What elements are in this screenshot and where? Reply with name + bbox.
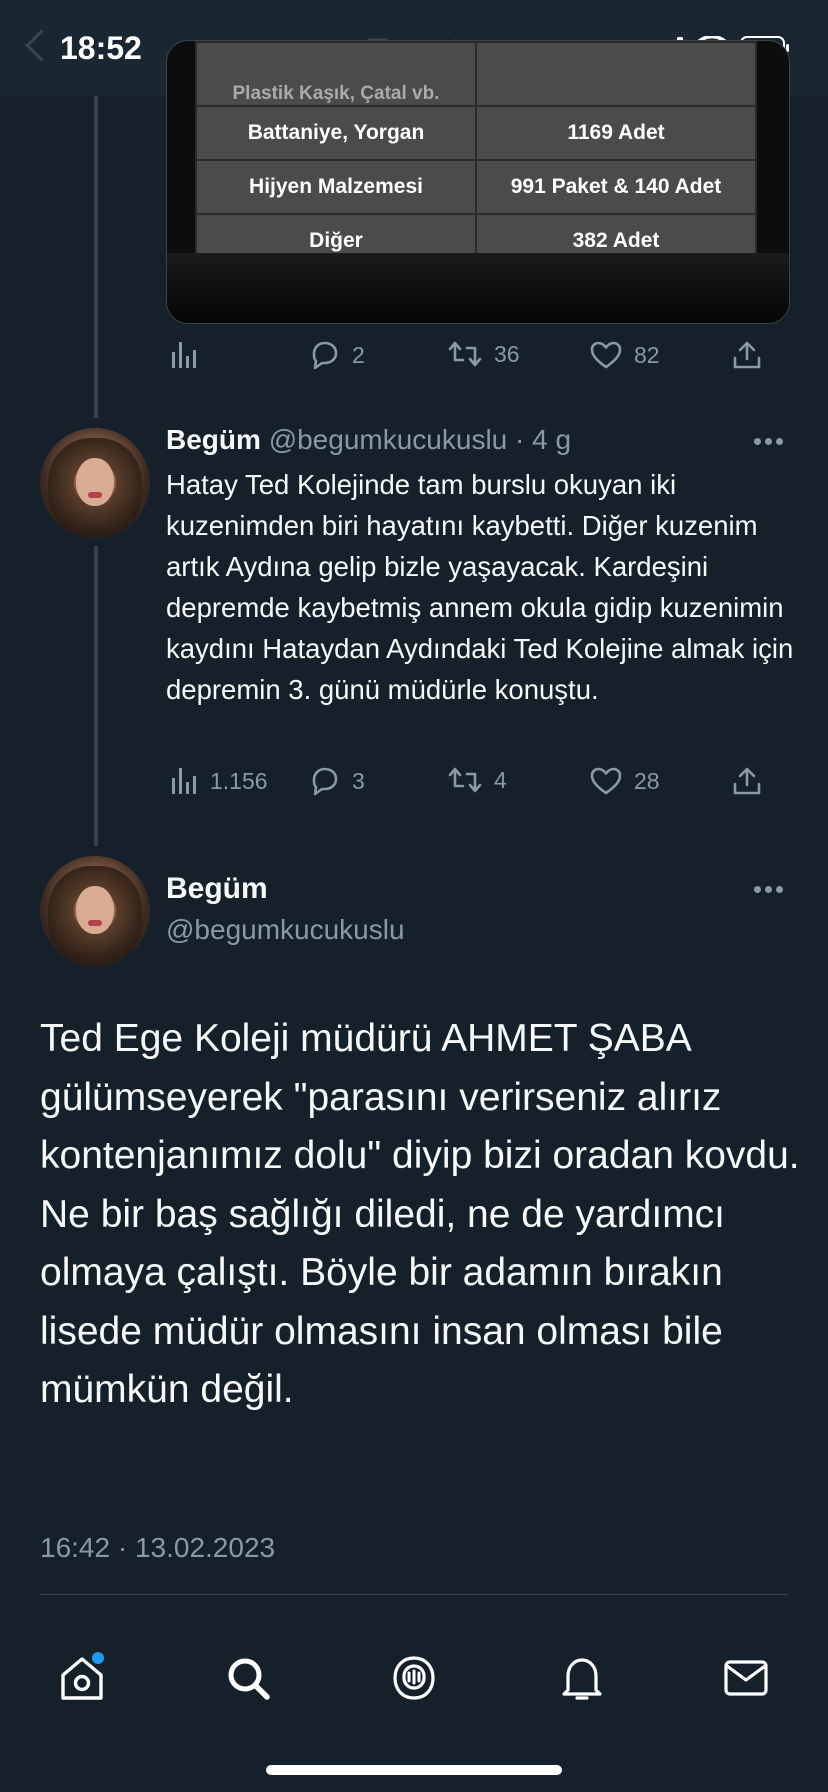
tweet-actions: 1.156 3 4 28 — [166, 766, 766, 806]
views-count: 1.156 — [210, 767, 268, 794]
tweet-media-image[interactable]: Plastik Kaşık, Çatal vb. Battaniye, Yorg… — [166, 40, 790, 324]
tab-messages[interactable] — [716, 1648, 776, 1708]
reply-icon — [312, 767, 338, 796]
thread-line-top — [94, 96, 98, 418]
media-cell: Plastik Kaşık, Çatal vb. — [195, 41, 477, 107]
like-count: 82 — [634, 341, 660, 368]
notifications-icon — [562, 1658, 602, 1700]
share-button[interactable] — [732, 340, 762, 370]
views-button[interactable] — [170, 340, 210, 370]
tweet-actions: 2 36 82 — [166, 340, 766, 380]
tab-search[interactable] — [218, 1648, 278, 1708]
notification-dot — [92, 1652, 104, 1664]
status-time: 18:52 — [60, 30, 142, 66]
share-icon — [733, 341, 761, 369]
tab-spaces[interactable] — [384, 1648, 444, 1708]
retweet-count: 36 — [494, 340, 520, 367]
avatar[interactable] — [40, 856, 150, 966]
messages-icon — [724, 1660, 768, 1696]
tweet-timestamp: 16:42 · 13.02.2023 — [40, 1532, 276, 1563]
media-table-row: Hijyen Malzemesi 991 Paket & 140 Adet — [195, 159, 757, 215]
media-cell: Battaniye, Yorgan — [195, 105, 477, 161]
more-options-icon[interactable] — [754, 886, 784, 894]
more-options-icon[interactable] — [754, 438, 784, 446]
reply-button[interactable]: 3 — [308, 766, 365, 796]
share-icon — [733, 767, 761, 795]
like-button[interactable]: 82 — [590, 340, 660, 370]
media-cell: Hijyen Malzemesi — [195, 159, 477, 215]
media-table-row: Plastik Kaşık, Çatal vb. — [195, 41, 757, 107]
author-handle[interactable]: @begumkucukuslu — [166, 914, 405, 946]
media-cell: 991 Paket & 140 Adet — [475, 159, 757, 215]
views-icon — [172, 768, 196, 794]
reply-count: 3 — [352, 767, 365, 794]
author-handle[interactable]: @begumkucukuslu — [269, 424, 508, 455]
like-button[interactable]: 28 — [590, 766, 660, 796]
tab-notifications[interactable] — [552, 1648, 612, 1708]
avatar[interactable] — [40, 428, 150, 538]
tweet-text: Ted Ege Koleji müdürü AHMET ŞABA gülümse… — [40, 1017, 800, 1411]
heart-icon — [590, 767, 622, 795]
retweet-icon — [448, 341, 482, 367]
media-table: Plastik Kaşık, Çatal vb. Battaniye, Yorg… — [195, 41, 757, 269]
author-name[interactable]: Begüm — [166, 424, 261, 455]
media-cell: 1169 Adet — [475, 105, 757, 161]
search-icon — [228, 1658, 270, 1700]
divider — [40, 1594, 788, 1595]
reply-count: 2 — [352, 341, 365, 368]
share-button[interactable] — [732, 766, 762, 796]
reply-button[interactable]: 2 — [308, 340, 365, 370]
media-table-row: Battaniye, Yorgan 1169 Adet — [195, 105, 757, 161]
retweet-button[interactable]: 36 — [448, 340, 520, 368]
tab-home[interactable] — [52, 1648, 112, 1708]
views-button[interactable]: 1.156 — [170, 766, 268, 796]
retweet-icon — [448, 767, 482, 793]
retweet-button[interactable]: 4 — [448, 766, 507, 794]
views-icon — [172, 342, 196, 368]
media-cell — [475, 41, 757, 107]
reply-text: Hatay Ted Kolejinde tam burslu okuyan ik… — [166, 469, 794, 705]
tweet-age: · 4 g — [515, 424, 572, 455]
spaces-icon — [393, 1656, 435, 1700]
heart-icon — [590, 341, 622, 369]
author-name[interactable]: Begüm — [166, 872, 268, 906]
thread-line-middle — [94, 546, 98, 846]
home-indicator — [266, 1765, 562, 1775]
reply-header: Begüm @begumkucukuslu · 4 g — [166, 424, 571, 456]
reply-icon — [312, 341, 338, 370]
media-bottom-shade — [167, 253, 789, 323]
retweet-count: 4 — [494, 766, 507, 793]
like-count: 28 — [634, 767, 660, 794]
